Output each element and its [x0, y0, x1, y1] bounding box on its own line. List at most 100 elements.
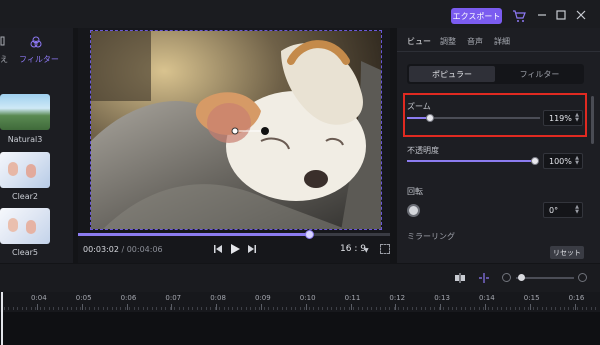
- total-time: 00:04:06: [126, 245, 163, 254]
- filter-thumbnail-clear2[interactable]: [0, 152, 50, 188]
- timeline-subtick: [447, 307, 449, 310]
- next-frame-icon[interactable]: [245, 242, 259, 256]
- split-icon[interactable]: [454, 272, 466, 284]
- cart-icon[interactable]: [512, 9, 526, 23]
- stepper-icon[interactable]: ▲ ▼: [575, 156, 579, 166]
- snap-icon[interactable]: [478, 272, 490, 284]
- timeline-subtick: [541, 307, 543, 310]
- timeline-subtick: [595, 307, 597, 310]
- previous-frame-icon[interactable]: [211, 242, 225, 256]
- zoom-label: ズーム: [407, 102, 431, 111]
- timeline-subtick: [205, 307, 207, 310]
- timeline-subtick: [272, 307, 274, 310]
- timeline-subtick: [581, 307, 583, 310]
- playhead[interactable]: [1, 292, 3, 345]
- aspect-ratio-select[interactable]: 16 : 9: [340, 244, 366, 254]
- filter-thumbnail-clear5[interactable]: [0, 208, 50, 244]
- timeline-subtick: [62, 307, 64, 310]
- timeline-tick-label: 0:08: [210, 294, 226, 302]
- chevron-down-icon[interactable]: ▼: [364, 247, 369, 254]
- timeline-subtick: [98, 307, 100, 310]
- filter-segment[interactable]: フィルター: [497, 66, 582, 82]
- opacity-label: 不透明度: [407, 146, 439, 155]
- timeline-subtick: [232, 307, 234, 310]
- timeline-subtick: [12, 307, 14, 310]
- timeline-subtick: [124, 307, 126, 310]
- opacity-slider-fill: [407, 160, 535, 162]
- timeline-subtick: [165, 307, 167, 310]
- timeline-subtick: [555, 307, 557, 310]
- filter-thumbnail-natural3[interactable]: [0, 94, 50, 130]
- timeline-tick: [37, 304, 38, 310]
- timeline-subtick: [393, 307, 395, 310]
- timeline-subtick: [572, 307, 574, 310]
- export-button[interactable]: エクスポート: [451, 8, 502, 24]
- timeline-subtick: [263, 307, 265, 310]
- rotation-label: 回転: [407, 187, 423, 196]
- timeline-tick-label: 0:06: [120, 294, 137, 302]
- timeline-subtick: [281, 307, 283, 310]
- timeline-subtick: [219, 307, 221, 310]
- title-bar: エクスポート: [0, 0, 600, 28]
- zoom-in-icon[interactable]: [578, 273, 587, 282]
- progress-fill: [78, 233, 309, 236]
- timeline-tick: [440, 304, 442, 310]
- playback-progress[interactable]: [78, 230, 390, 239]
- maximize-icon[interactable]: [556, 10, 566, 20]
- timeline-subtick: [299, 307, 301, 310]
- reset-button[interactable]: リセット: [550, 246, 584, 259]
- opacity-value-field[interactable]: 100% ▲ ▼: [543, 153, 583, 169]
- timeline-subtick: [66, 307, 68, 310]
- timeline-subtick: [169, 307, 171, 310]
- dog-photo: [91, 31, 381, 229]
- stepper-icon[interactable]: ▲ ▼: [575, 205, 579, 215]
- timeline-subtick: [478, 307, 480, 310]
- minimize-icon[interactable]: [537, 10, 547, 20]
- zoom-slider[interactable]: [407, 114, 540, 122]
- timeline-subtick: [259, 307, 261, 310]
- timeline-subtick: [456, 307, 458, 310]
- panel-scrollbar[interactable]: [591, 96, 594, 144]
- fullscreen-icon[interactable]: [380, 244, 390, 254]
- progress-knob[interactable]: [304, 230, 314, 239]
- timeline-subtick: [21, 307, 23, 310]
- tab-view[interactable]: ビュー: [407, 36, 431, 47]
- timeline-zoom-knob[interactable]: [518, 274, 525, 281]
- tab-previous[interactable]: え: [0, 54, 8, 65]
- timeline-tick: [171, 304, 173, 310]
- timeline-subtick: [317, 307, 319, 310]
- zoom-value-field[interactable]: 119% ▲ ▼: [543, 110, 583, 126]
- timeline-subtick: [223, 307, 225, 310]
- popular-segment[interactable]: ポピュラー: [409, 66, 495, 82]
- timeline-subtick: [326, 307, 328, 310]
- timeline-subtick: [474, 307, 476, 310]
- zoom-slider-knob[interactable]: [425, 114, 434, 122]
- timeline-subtick: [35, 307, 37, 310]
- timeline-subtick: [89, 307, 91, 310]
- timeline-tick-label: 0:05: [75, 294, 92, 302]
- timeline-subtick: [438, 307, 440, 310]
- timeline-tick: [261, 304, 262, 310]
- tab-filters[interactable]: フィルター: [19, 54, 59, 65]
- timeline-tick-label: 0:14: [479, 294, 495, 302]
- timeline-tracks[interactable]: [0, 312, 600, 345]
- rotation-dial[interactable]: [407, 204, 420, 217]
- opacity-slider-knob[interactable]: [531, 157, 539, 165]
- opacity-value: 100%: [549, 156, 572, 166]
- timeline-subtick: [537, 307, 539, 310]
- tab-adjust[interactable]: 調整: [440, 36, 456, 47]
- stepper-icon[interactable]: ▲ ▼: [575, 113, 579, 123]
- play-icon[interactable]: [228, 242, 242, 256]
- tab-audio[interactable]: 音声: [467, 36, 483, 47]
- opacity-slider[interactable]: [407, 157, 539, 165]
- rotation-value-field[interactable]: 0° ▲ ▼: [543, 202, 583, 218]
- timeline-subtick: [416, 307, 418, 310]
- timeline-subtick: [26, 307, 28, 310]
- timeline-subtick: [214, 307, 216, 310]
- timeline-subtick: [245, 307, 247, 310]
- timeline-subtick: [532, 307, 534, 310]
- close-icon[interactable]: [576, 10, 586, 20]
- tab-details[interactable]: 詳細: [494, 36, 510, 47]
- preview-frame[interactable]: [90, 30, 382, 230]
- zoom-out-icon[interactable]: [502, 273, 511, 282]
